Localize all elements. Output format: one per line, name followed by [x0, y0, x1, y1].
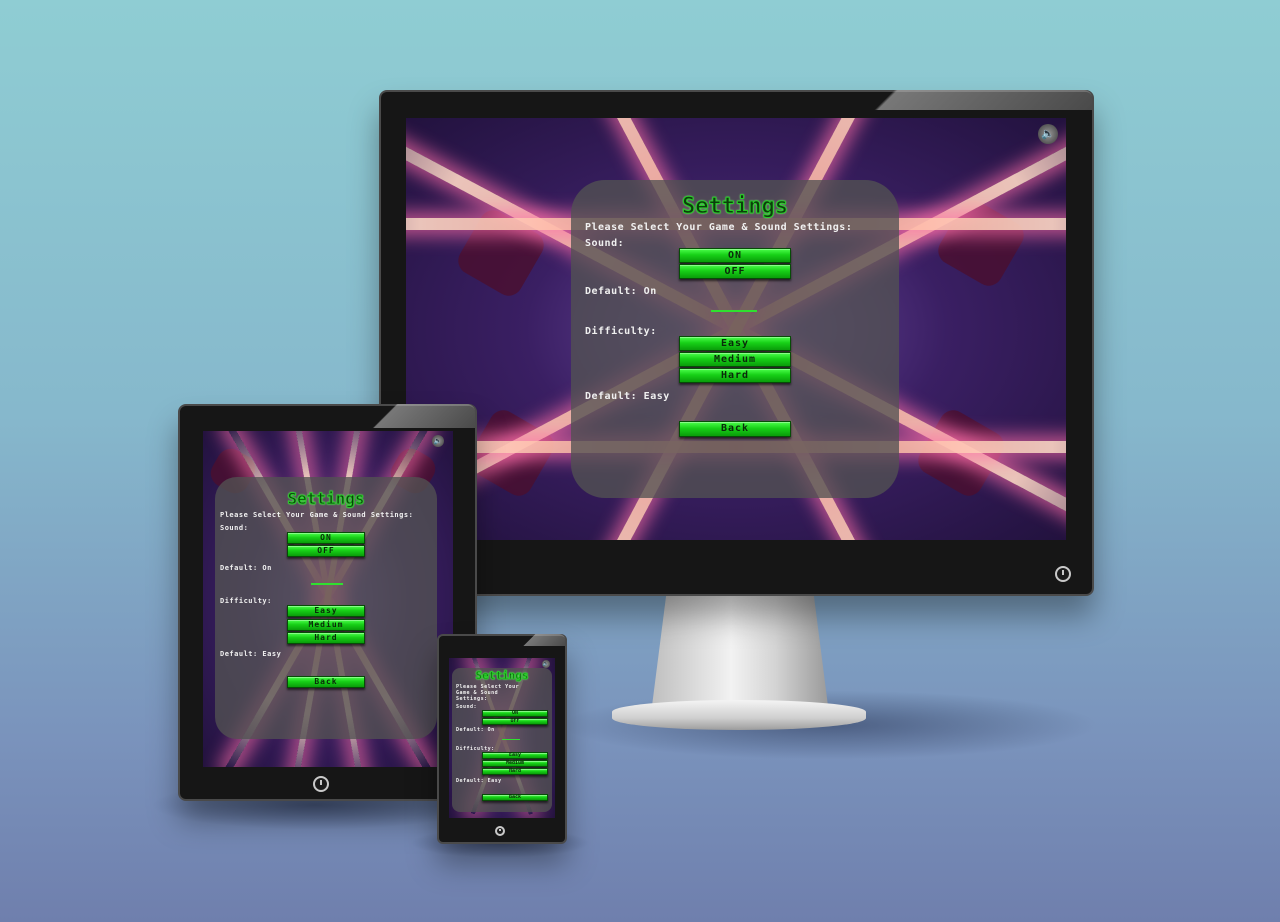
difficulty-easy-button[interactable]: Easy	[679, 336, 791, 351]
difficulty-label: Difficulty:	[220, 597, 272, 605]
difficulty-easy-button[interactable]: Easy	[482, 752, 548, 759]
difficulty-default-text: Default: Easy	[585, 391, 670, 402]
phone-screen: 🔈 Settings Please Select Your Game & Sou…	[449, 658, 555, 818]
difficulty-hard-button[interactable]: Hard	[287, 632, 365, 644]
sound-default-text: Default: On	[456, 727, 495, 733]
difficulty-medium-button[interactable]: Medium	[287, 619, 365, 631]
difficulty-label: Difficulty:	[585, 326, 657, 337]
settings-title: Settings	[682, 194, 789, 220]
monitor: 🔈 Settings Please Select Your Game & Sou…	[379, 90, 1094, 596]
back-button[interactable]: Back	[287, 676, 365, 688]
divider	[311, 583, 343, 585]
tablet: 🔈 Settings Please Select Your Game & Sou…	[178, 404, 477, 801]
settings-prompt-line3: Settings:	[456, 696, 488, 702]
divider	[711, 310, 757, 312]
sound-on-button[interactable]: ON	[287, 532, 365, 544]
difficulty-medium-button[interactable]: Medium	[679, 352, 791, 367]
sound-label: Sound:	[220, 524, 249, 532]
settings-prompt: Please Select Your Game & Sound Settings…	[585, 222, 853, 233]
sound-default-text: Default: On	[585, 286, 657, 297]
sound-off-button[interactable]: OFF	[482, 718, 548, 725]
difficulty-hard-button[interactable]: Hard	[679, 368, 791, 383]
power-icon[interactable]	[495, 826, 505, 836]
speaker-icon[interactable]: 🔈	[432, 435, 444, 447]
difficulty-easy-button[interactable]: Easy	[287, 605, 365, 617]
difficulty-default-text: Default: Easy	[220, 650, 282, 658]
difficulty-hard-button[interactable]: Hard	[482, 768, 548, 775]
settings-panel: Settings Please Select Your Game & Sound…	[215, 477, 437, 739]
monitor-screen: 🔈 Settings Please Select Your Game & Sou…	[406, 118, 1066, 540]
speaker-icon[interactable]: 🔈	[542, 660, 550, 668]
settings-title: Settings	[475, 669, 529, 683]
sound-off-button[interactable]: OFF	[679, 264, 791, 279]
sound-label: Sound:	[456, 704, 478, 710]
monitor-stand-base	[612, 700, 866, 730]
back-button[interactable]: Back	[482, 794, 548, 801]
difficulty-medium-button[interactable]: Medium	[482, 760, 548, 767]
back-button[interactable]: Back	[679, 421, 791, 437]
speaker-icon[interactable]: 🔈	[1038, 124, 1058, 144]
tablet-screen: 🔈 Settings Please Select Your Game & Sou…	[203, 431, 453, 767]
monitor-stand-neck	[652, 596, 828, 706]
divider	[502, 739, 520, 740]
difficulty-default-text: Default: Easy	[456, 778, 502, 784]
settings-prompt: Please Select Your Game & Sound Settings…	[220, 511, 414, 519]
power-icon[interactable]	[1055, 566, 1071, 582]
power-icon[interactable]	[313, 776, 329, 792]
sound-default-text: Default: On	[220, 564, 272, 572]
sound-off-button[interactable]: OFF	[287, 545, 365, 557]
sound-on-button[interactable]: ON	[679, 248, 791, 263]
settings-title: Settings	[287, 489, 365, 509]
phone: 🔈 Settings Please Select Your Game & Sou…	[437, 634, 567, 844]
sound-on-button[interactable]: ON	[482, 710, 548, 717]
sound-label: Sound:	[585, 238, 625, 249]
settings-panel: Settings Please Select Your Game & Sound…	[452, 668, 552, 812]
settings-panel: Settings Please Select Your Game & Sound…	[571, 180, 899, 498]
